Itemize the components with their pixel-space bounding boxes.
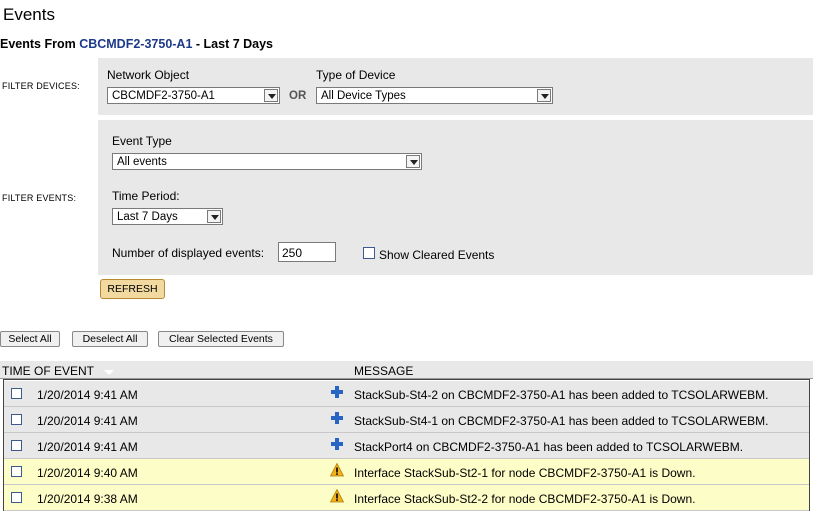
show-cleared-label[interactable]: Show Cleared Events	[379, 248, 494, 262]
network-object-label: Network Object	[107, 68, 190, 82]
row-checkbox[interactable]	[11, 466, 22, 477]
show-cleared-checkbox[interactable]	[363, 247, 375, 259]
time-period-label: Time Period:	[112, 189, 180, 203]
time-period-select[interactable]: Last 7 Days	[112, 208, 223, 225]
row-time: 1/20/2014 9:40 AM	[37, 466, 138, 480]
event-count-label: Number of displayed events:	[112, 246, 265, 260]
filter-events-panel: Event Type All events Time Period: Last …	[98, 120, 813, 275]
row-time: 1/20/2014 9:41 AM	[37, 414, 138, 428]
subtitle-suffix: - Last 7 Days	[192, 37, 274, 51]
select-all-button[interactable]: Select All	[0, 331, 60, 347]
row-time: 1/20/2014 9:41 AM	[37, 388, 138, 402]
subtitle-prefix: Events From	[0, 37, 80, 51]
row-time: 1/20/2014 9:41 AM	[37, 440, 138, 454]
table-row[interactable]: 1/20/2014 9:40 AM Interface StackSub-St2-…	[4, 459, 809, 485]
deselect-all-button[interactable]: Deselect All	[72, 331, 148, 347]
filter-events-label: FILTER EVENTS:	[2, 193, 77, 203]
chevron-down-icon[interactable]	[264, 89, 278, 102]
row-checkbox[interactable]	[11, 388, 22, 399]
chevron-down-icon[interactable]	[537, 89, 551, 102]
table-header: TIME OF EVENT MESSAGE	[0, 361, 813, 379]
table-row[interactable]: 1/20/2014 9:41 AM StackSub-St4-2 on CBCMD…	[4, 381, 809, 407]
clear-selected-events-button[interactable]: Clear Selected Events	[158, 331, 284, 347]
events-subtitle: Events From CBCMDF2-3750-A1 - Last 7 Day…	[0, 37, 273, 51]
event-count-input[interactable]: 250	[278, 242, 336, 262]
network-object-value: CBCMDF2-3750-A1	[112, 90, 215, 102]
col-time-header[interactable]: TIME OF EVENT	[2, 364, 94, 378]
table-row[interactable]: 1/20/2014 9:41 AM StackPort4 on CBCMDF2-3…	[4, 433, 809, 459]
page-title: Events	[3, 5, 55, 24]
table-row[interactable]: 1/20/2014 9:41 AM StackSub-St4-1 on CBCMD…	[4, 407, 809, 433]
warning-icon	[330, 489, 344, 503]
row-checkbox[interactable]	[11, 492, 22, 503]
subtitle-device-link[interactable]: CBCMDF2-3750-A1	[79, 37, 192, 51]
refresh-button[interactable]: REFRESH	[100, 279, 165, 299]
event-type-label: Event Type	[112, 134, 172, 148]
device-type-select[interactable]: All Device Types	[316, 87, 553, 104]
row-message: StackPort4 on CBCMDF2-3750-A1 has been a…	[354, 440, 744, 454]
col-message-header: MESSAGE	[354, 364, 414, 378]
row-time: 1/20/2014 9:38 AM	[37, 492, 138, 506]
device-type-value: All Device Types	[321, 90, 406, 102]
warning-icon	[330, 463, 344, 477]
row-message: Interface StackSub-St2-1 for node CBCMDF…	[354, 466, 696, 480]
row-message: StackSub-St4-1 on CBCMDF2-3750-A1 has be…	[354, 414, 769, 428]
time-period-value: Last 7 Days	[117, 211, 178, 223]
filter-devices-label: FILTER DEVICES:	[2, 81, 80, 91]
row-checkbox[interactable]	[11, 440, 22, 451]
event-type-select[interactable]: All events	[112, 153, 422, 170]
plus-icon	[330, 385, 344, 399]
device-type-label: Type of Device	[316, 68, 396, 82]
table-row[interactable]: 1/20/2014 9:38 AM Interface StackSub-St2-…	[4, 485, 809, 511]
plus-icon	[330, 437, 344, 451]
plus-icon	[330, 411, 344, 425]
row-message: StackSub-St4-2 on CBCMDF2-3750-A1 has be…	[354, 388, 769, 402]
sort-arrow-icon[interactable]	[104, 370, 114, 375]
chevron-down-icon[interactable]	[406, 155, 420, 168]
event-type-value: All events	[117, 156, 167, 168]
row-checkbox[interactable]	[11, 414, 22, 425]
chevron-down-icon[interactable]	[207, 210, 221, 223]
row-message: Interface StackSub-St2-2 for node CBCMDF…	[354, 492, 696, 506]
or-label: OR	[289, 90, 307, 102]
network-object-select[interactable]: CBCMDF2-3750-A1	[107, 87, 280, 104]
filter-devices-panel: Network Object CBCMDF2-3750-A1 OR Type o…	[98, 58, 813, 115]
